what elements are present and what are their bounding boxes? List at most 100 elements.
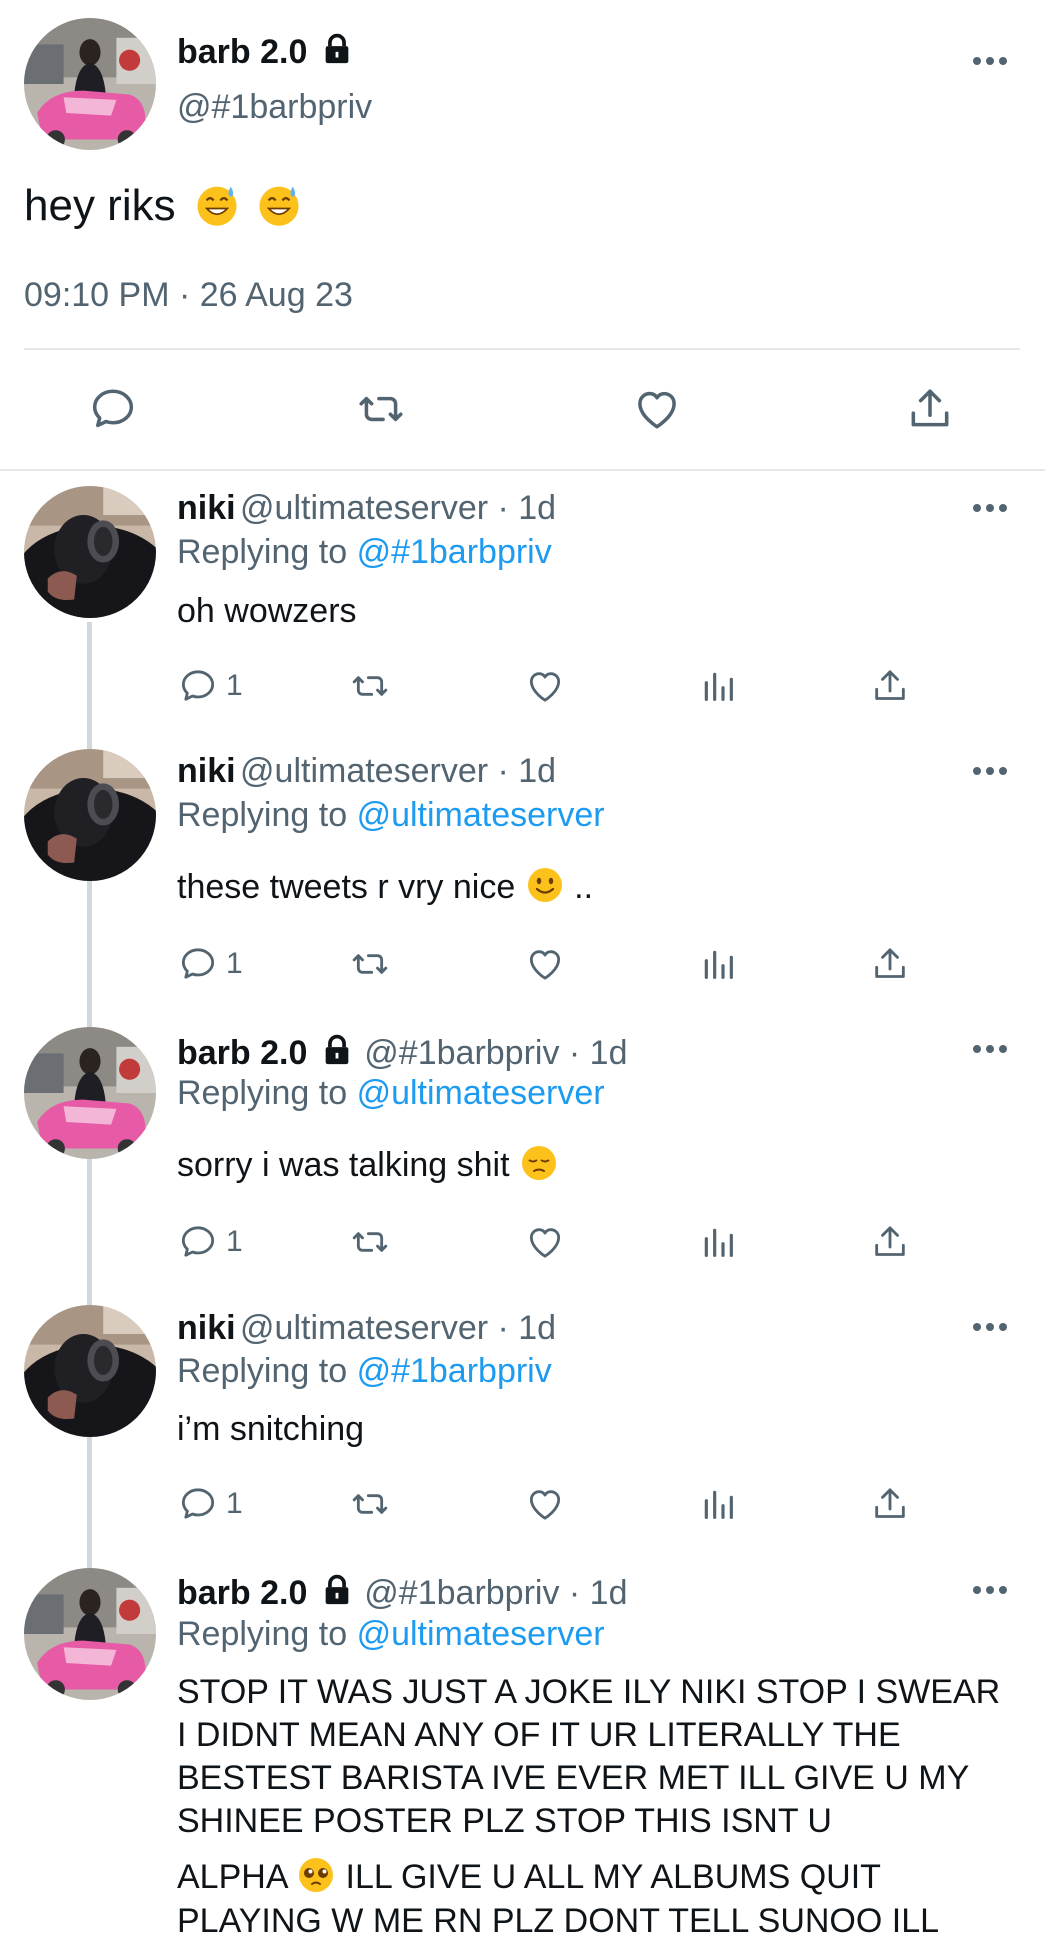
views-button[interactable] bbox=[698, 662, 738, 710]
views-chart-icon bbox=[698, 1222, 738, 1262]
avatar[interactable] bbox=[24, 1027, 156, 1159]
like-button[interactable] bbox=[525, 662, 565, 710]
retweet-button[interactable] bbox=[350, 940, 390, 988]
reply-text: sorry i was talking shit bbox=[177, 1143, 559, 1187]
reply-button[interactable]: 1 bbox=[178, 1480, 243, 1528]
handle-time[interactable]: @ultimateserver · 1d bbox=[240, 489, 556, 527]
handle[interactable]: @#1barbpriv bbox=[177, 88, 372, 127]
retweet-icon[interactable] bbox=[356, 384, 406, 434]
more-dots-icon[interactable] bbox=[973, 1586, 1007, 1596]
reply-count: 1 bbox=[226, 669, 243, 702]
views-button[interactable] bbox=[698, 940, 738, 988]
pensive-emoji bbox=[522, 1146, 556, 1180]
reply-bubble-icon[interactable] bbox=[88, 384, 138, 434]
display-name[interactable]: barb 2.0 bbox=[177, 1034, 307, 1072]
reply-bubble-icon bbox=[178, 1484, 218, 1524]
reply-actions: 1 bbox=[178, 662, 938, 710]
sweat-smile-emoji bbox=[259, 186, 299, 226]
more-dots-icon[interactable] bbox=[973, 504, 1007, 514]
heart-icon bbox=[525, 1484, 565, 1524]
tweet-text: hey riks bbox=[24, 181, 302, 231]
handle-time[interactable]: @#1barbpriv · 1d bbox=[364, 1574, 627, 1612]
main-tweet-actions bbox=[0, 380, 1045, 438]
mention-link[interactable]: @#1barbpriv bbox=[357, 1352, 552, 1390]
avatar[interactable] bbox=[24, 1305, 156, 1437]
more-dots-icon[interactable] bbox=[973, 767, 1007, 777]
retweet-button[interactable] bbox=[350, 1480, 390, 1528]
share-upload-icon[interactable] bbox=[905, 384, 955, 434]
more-dots-icon[interactable] bbox=[973, 57, 1007, 67]
reply-actions: 1 bbox=[178, 1480, 938, 1528]
heart-icon bbox=[525, 1222, 565, 1262]
avatar[interactable] bbox=[24, 18, 156, 150]
retweet-icon bbox=[350, 666, 390, 706]
reply-actions: 1 bbox=[178, 1218, 938, 1266]
more-dots-icon[interactable] bbox=[973, 1323, 1007, 1333]
replying-to: Replying to @#1barbpriv bbox=[177, 1352, 552, 1390]
avatar[interactable] bbox=[24, 1568, 156, 1700]
share-upload-icon bbox=[870, 1484, 910, 1524]
reply-text: i’m snitching bbox=[177, 1410, 365, 1448]
replying-to: Replying to @ultimateserver bbox=[177, 796, 605, 834]
retweet-button[interactable] bbox=[350, 662, 390, 710]
reply-bubble-icon bbox=[178, 1222, 218, 1262]
share-button[interactable] bbox=[870, 1218, 910, 1266]
like-button[interactable] bbox=[525, 940, 565, 988]
timestamp[interactable]: 09:10 PM · 26 Aug 23 bbox=[24, 276, 353, 315]
share-button[interactable] bbox=[870, 1480, 910, 1528]
retweet-icon bbox=[350, 944, 390, 984]
display-name[interactable]: niki bbox=[177, 1309, 236, 1347]
reply-text-continued: PLAYING W ME RN PLZ DONT TELL SUNOO ILL bbox=[177, 1902, 940, 1940]
reply-button[interactable]: 1 bbox=[178, 1218, 243, 1266]
views-chart-icon bbox=[698, 944, 738, 984]
avatar[interactable] bbox=[24, 486, 156, 618]
pleading-face-emoji bbox=[299, 1858, 334, 1892]
display-name[interactable]: barb 2.0 bbox=[177, 1574, 307, 1612]
lock-icon bbox=[320, 1573, 354, 1607]
reply-button[interactable]: 1 bbox=[178, 662, 243, 710]
reply-text: oh wowzers bbox=[177, 592, 357, 630]
reply-bubble-icon bbox=[178, 666, 218, 706]
like-button[interactable] bbox=[525, 1480, 565, 1528]
display-name[interactable]: barb 2.0 bbox=[177, 33, 307, 71]
mention-link[interactable]: @#1barbpriv bbox=[357, 533, 552, 571]
views-chart-icon bbox=[698, 666, 738, 706]
sweat-smile-emoji bbox=[197, 186, 237, 226]
views-button[interactable] bbox=[698, 1480, 738, 1528]
views-chart-icon bbox=[698, 1484, 738, 1524]
more-dots-icon[interactable] bbox=[973, 1045, 1007, 1055]
reply-count: 1 bbox=[226, 947, 243, 980]
lock-icon bbox=[320, 32, 354, 66]
share-upload-icon bbox=[870, 1222, 910, 1262]
handle-time[interactable]: @ultimateserver · 1d bbox=[240, 1309, 556, 1347]
like-button[interactable] bbox=[525, 1218, 565, 1266]
replying-to: Replying to @ultimateserver bbox=[177, 1074, 605, 1112]
main-tweet-author[interactable]: barb 2.0 bbox=[177, 30, 354, 81]
slight-smile-emoji bbox=[527, 868, 562, 902]
retweet-icon bbox=[350, 1222, 390, 1262]
mention-link[interactable]: @ultimateserver bbox=[357, 1615, 605, 1653]
reply-button[interactable]: 1 bbox=[178, 940, 243, 988]
share-upload-icon bbox=[870, 944, 910, 984]
share-button[interactable] bbox=[870, 662, 910, 710]
mention-link[interactable]: @ultimateserver bbox=[357, 1074, 605, 1112]
handle-time[interactable]: @#1barbpriv · 1d bbox=[364, 1034, 627, 1072]
lock-icon bbox=[320, 1033, 354, 1067]
divider bbox=[0, 469, 1045, 471]
reply-count: 1 bbox=[226, 1225, 243, 1258]
heart-icon bbox=[525, 666, 565, 706]
heart-icon[interactable] bbox=[632, 384, 682, 434]
handle-time[interactable]: @ultimateserver · 1d bbox=[240, 752, 556, 790]
display-name[interactable]: niki bbox=[177, 489, 236, 527]
reply-text-continued: ALPHA ILL GIVE U ALL MY ALBUMS QUIT bbox=[177, 1855, 1007, 1899]
reply-actions: 1 bbox=[178, 940, 938, 988]
views-button[interactable] bbox=[698, 1218, 738, 1266]
retweet-button[interactable] bbox=[350, 1218, 390, 1266]
share-button[interactable] bbox=[870, 940, 910, 988]
replying-to: Replying to @ultimateserver bbox=[177, 1615, 605, 1653]
reply-count: 1 bbox=[226, 1487, 243, 1520]
retweet-icon bbox=[350, 1484, 390, 1524]
display-name[interactable]: niki bbox=[177, 752, 236, 790]
avatar[interactable] bbox=[24, 749, 156, 881]
mention-link[interactable]: @ultimateserver bbox=[357, 796, 605, 834]
